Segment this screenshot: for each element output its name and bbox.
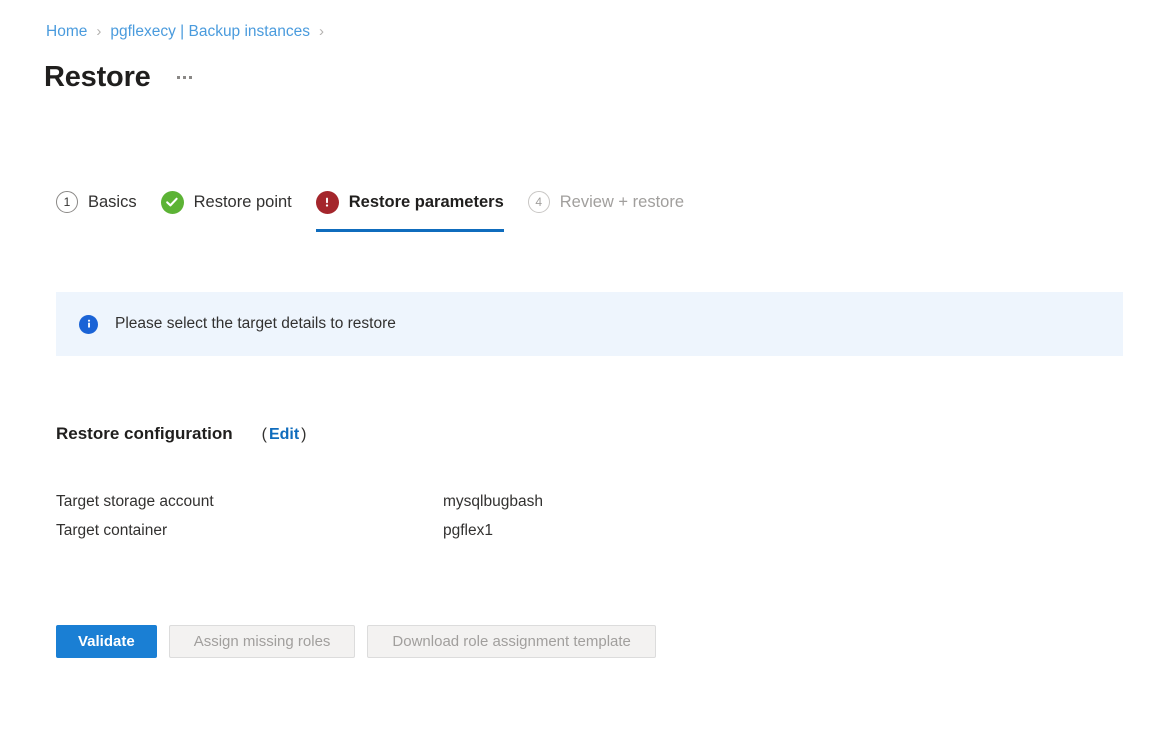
info-banner-message: Please select the target details to rest…	[115, 315, 396, 332]
breadcrumb-separator-icon: ›	[96, 23, 102, 40]
page-title-row: Restore	[44, 60, 196, 94]
restore-configuration-header: Restore configuration (Edit)	[56, 423, 307, 446]
action-buttons: Validate Assign missing roles Download r…	[56, 625, 656, 658]
breadcrumb-item-home[interactable]: Home	[46, 22, 87, 42]
tab-label: Basics	[88, 193, 137, 211]
download-role-assignment-template-button[interactable]: Download role assignment template	[367, 625, 656, 658]
tab-label: Restore parameters	[348, 193, 504, 211]
tab-label: Review + restore	[559, 193, 685, 211]
detail-value: pgflex1	[443, 522, 493, 539]
detail-row: Target container pgflex1	[56, 521, 543, 550]
check-circle-icon	[160, 190, 184, 214]
error-exclamation-icon	[315, 190, 339, 214]
info-banner: Please select the target details to rest…	[56, 292, 1123, 356]
restore-configuration-details: Target storage account mysqlbugbash Targ…	[56, 492, 543, 550]
info-icon	[79, 314, 98, 334]
breadcrumb-separator-icon: ›	[318, 23, 324, 40]
ellipsis-dot	[182, 75, 186, 79]
detail-label: Target container	[56, 522, 168, 539]
page-title: Restore	[44, 61, 151, 93]
edit-group: (Edit)	[262, 424, 307, 446]
tab-basics[interactable]: 1 Basics	[50, 186, 155, 218]
step-number-icon: 4	[527, 191, 550, 213]
tab-review-restore[interactable]: 4 Review + restore	[522, 186, 702, 218]
assign-missing-roles-button[interactable]: Assign missing roles	[168, 625, 356, 658]
step-number-icon: 1	[56, 191, 78, 213]
tab-restore-parameters[interactable]: Restore parameters	[310, 186, 522, 232]
edit-link[interactable]: Edit	[269, 426, 299, 443]
tab-label: Restore point	[193, 193, 292, 211]
tab-restore-point[interactable]: Restore point	[155, 186, 310, 218]
wizard-steps: 1 Basics Restore point Restore parameter…	[50, 186, 702, 234]
detail-value: mysqlbugbash	[443, 493, 543, 510]
validate-button[interactable]: Validate	[56, 625, 157, 658]
detail-label: Target storage account	[56, 493, 214, 510]
paren-close: )	[301, 426, 307, 443]
detail-row: Target storage account mysqlbugbash	[56, 492, 543, 521]
more-options-icon[interactable]	[173, 70, 196, 85]
paren-open: (	[261, 426, 267, 443]
ellipsis-dot	[176, 75, 180, 79]
active-tab-underline	[315, 229, 504, 232]
section-title: Restore configuration	[56, 424, 233, 443]
breadcrumb-item-backup-instances[interactable]: pgflexecy | Backup instances	[110, 22, 310, 42]
breadcrumb: Home › pgflexecy | Backup instances ›	[46, 22, 333, 42]
ellipsis-dot	[188, 75, 192, 79]
